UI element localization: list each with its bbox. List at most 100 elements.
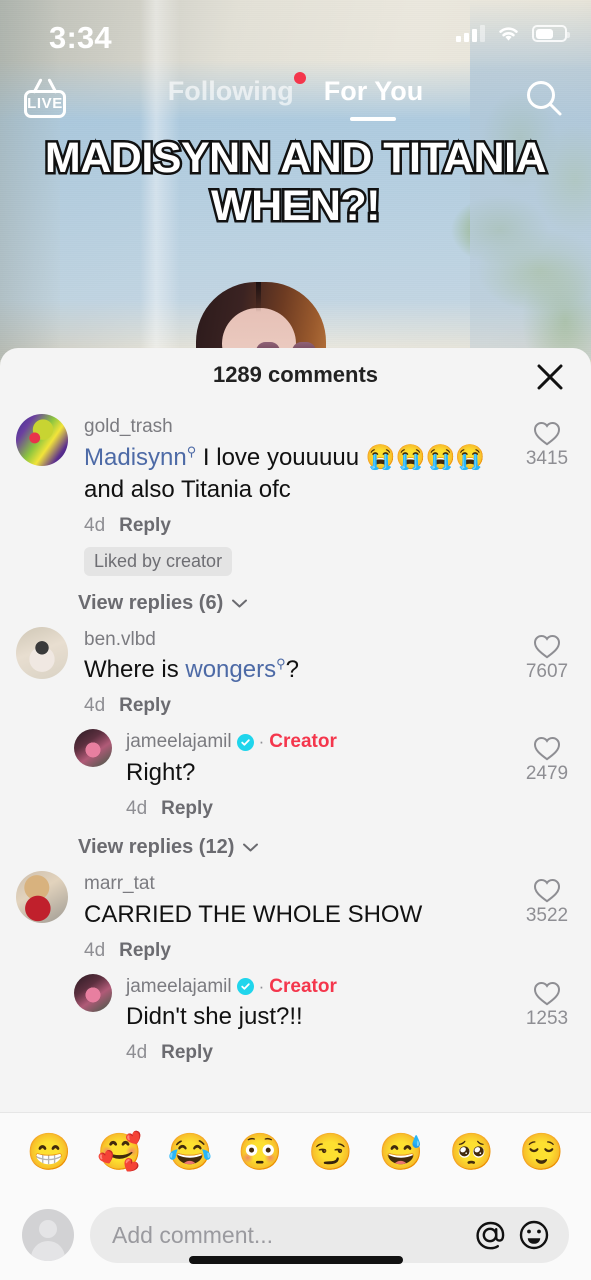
emoji-button-2[interactable]: 😂 <box>168 1133 213 1170</box>
comment-text: Where is wongers⚲? <box>84 654 521 686</box>
avatar[interactable] <box>74 973 112 1012</box>
emoji-sticker-icon[interactable] <box>515 1216 553 1254</box>
mention-search-superscript-icon: ⚲ <box>276 656 286 672</box>
following-notification-dot <box>293 72 306 84</box>
comment-body: ben.vlbd Where is wongers⚲? 4d Reply <box>84 627 521 718</box>
comment-username[interactable]: jameelajamil · Creator <box>126 730 521 754</box>
view-replies-label: View replies (6) <box>78 591 224 614</box>
comment-username[interactable]: marr_tat <box>84 872 521 896</box>
comments-count-title: 1289 comments <box>212 362 379 387</box>
comment-time: 4d <box>126 797 148 819</box>
comment-username[interactable]: gold_trash <box>84 415 521 439</box>
video-caption-text: MADISYNN AND TITANIA WHEN?! <box>42 131 549 232</box>
avatar-body <box>31 1241 65 1261</box>
like-control[interactable]: 3415 <box>521 414 573 576</box>
chevron-down-icon <box>243 843 259 852</box>
emoji-button-7[interactable]: 😌 <box>519 1133 564 1170</box>
reply-button[interactable]: Reply <box>161 798 213 820</box>
heart-icon[interactable] <box>533 735 561 761</box>
search-button[interactable] <box>521 76 567 122</box>
comment-mention[interactable]: Madisynn <box>84 444 187 471</box>
verified-badge-icon <box>236 977 254 995</box>
comment-item[interactable]: gold_trash Madisynn⚲ I love youuuuu 😭😭😭😭… <box>0 404 591 578</box>
heart-icon[interactable] <box>533 877 561 903</box>
comments-list[interactable]: gold_trash Madisynn⚲ I love youuuuu 😭😭😭😭… <box>0 404 591 1112</box>
emoji-quick-bar: 😁 🥰 😂 😳 😏 😅 🥺 😌 <box>0 1112 591 1190</box>
comment-emojis: 😭😭😭😭 <box>365 443 486 471</box>
comment-username[interactable]: ben.vlbd <box>84 628 521 652</box>
comment-input-placeholder: Add comment... <box>112 1221 274 1248</box>
like-control[interactable]: 7607 <box>521 627 573 718</box>
close-comments-button[interactable] <box>531 358 569 396</box>
heart-icon[interactable] <box>533 633 561 659</box>
avatar-head <box>39 1220 57 1238</box>
search-icon <box>527 81 562 116</box>
wifi-icon <box>499 27 518 41</box>
mention-search-superscript-icon: ⚲ <box>186 443 197 459</box>
like-control[interactable]: 1253 <box>521 974 573 1065</box>
comment-time: 4d <box>84 939 106 961</box>
like-control[interactable]: 2479 <box>521 729 573 820</box>
comment-time: 4d <box>126 1042 148 1064</box>
comment-text: Didn't she just?!! <box>126 1003 303 1031</box>
comment-body: jameelajamil · Creator Right? 4d Reply <box>126 729 521 820</box>
comment-body: gold_trash Madisynn⚲ I love youuuuu 😭😭😭😭… <box>84 414 521 576</box>
comment-text: Right? <box>126 758 196 786</box>
avatar[interactable] <box>74 729 112 768</box>
tab-for-you-label: For You <box>323 76 424 106</box>
username-separator: · <box>258 732 265 752</box>
reply-button[interactable]: Reply <box>119 940 171 962</box>
emoji-button-5[interactable]: 😅 <box>379 1133 424 1170</box>
comment-username-label: jameelajamil <box>126 731 232 753</box>
chevron-down-icon <box>232 599 248 608</box>
emoji-button-0[interactable]: 😁 <box>27 1133 72 1170</box>
view-replies-button[interactable]: View replies (6) <box>0 592 591 615</box>
reply-button[interactable]: Reply <box>119 695 171 717</box>
emoji-button-3[interactable]: 😳 <box>238 1133 283 1170</box>
emoji-button-4[interactable]: 😏 <box>308 1133 353 1170</box>
tab-following-label: Following <box>167 76 294 106</box>
like-count: 1253 <box>525 1007 569 1029</box>
heart-icon[interactable] <box>533 420 561 446</box>
comment-reply-item[interactable]: jameelajamil · Creator Right? 4d Reply 2… <box>0 719 591 822</box>
comment-meta: 4d Reply <box>84 940 521 962</box>
emoji-button-6[interactable]: 🥺 <box>449 1133 494 1170</box>
comment-body: jameelajamil · Creator Didn't she just?!… <box>126 974 521 1065</box>
comment-meta: 4d Reply <box>84 515 521 537</box>
feed-tabs: Following For You <box>0 72 591 121</box>
comment-input-field[interactable]: Add comment... <box>90 1207 569 1263</box>
person-hair-part <box>256 282 261 312</box>
reply-button[interactable]: Reply <box>119 515 171 537</box>
comment-text: Madisynn⚲ I love youuuuu 😭😭😭😭 and also T… <box>84 442 521 506</box>
comment-mention[interactable]: wongers <box>185 656 276 683</box>
comment-item[interactable]: ben.vlbd Where is wongers⚲? 4d Reply 760… <box>0 617 591 720</box>
comment-item[interactable]: marr_tat CARRIED THE WHOLE SHOW 4d Reply… <box>0 861 591 964</box>
status-indicators <box>456 24 570 43</box>
avatar[interactable] <box>16 870 68 923</box>
avatar[interactable] <box>16 414 68 466</box>
comment-text: CARRIED THE WHOLE SHOW <box>84 900 423 928</box>
like-control[interactable]: 3522 <box>521 871 573 962</box>
comment-reply-item[interactable]: jameelajamil · Creator Didn't she just?!… <box>0 964 591 1067</box>
comment-text-after: ? <box>285 656 299 684</box>
tab-following[interactable]: Following <box>166 72 306 107</box>
at-mention-icon[interactable] <box>471 1216 509 1254</box>
like-count: 3415 <box>525 448 569 469</box>
heart-icon[interactable] <box>533 980 561 1006</box>
creator-badge: Creator <box>269 731 337 753</box>
close-icon <box>537 364 563 390</box>
comment-username[interactable]: jameelajamil · Creator <box>126 975 521 999</box>
emoji-button-1[interactable]: 🥰 <box>97 1133 142 1170</box>
view-replies-button[interactable]: View replies (12) <box>0 836 591 859</box>
view-replies-label: View replies (12) <box>78 835 235 858</box>
reply-button[interactable]: Reply <box>161 1042 213 1064</box>
liked-by-creator-badge: Liked by creator <box>84 546 233 576</box>
comment-text-prefix: Where is <box>84 656 186 684</box>
comments-sheet: 1289 comments gold_trash Madisynn⚲ I lov… <box>0 348 591 1280</box>
comment-time: 4d <box>84 514 106 536</box>
avatar[interactable] <box>16 626 68 679</box>
tab-for-you[interactable]: For You <box>322 72 426 121</box>
username-separator: · <box>258 976 265 996</box>
current-user-avatar[interactable] <box>22 1209 74 1261</box>
top-navigation: LIVE Following For You <box>0 72 591 134</box>
